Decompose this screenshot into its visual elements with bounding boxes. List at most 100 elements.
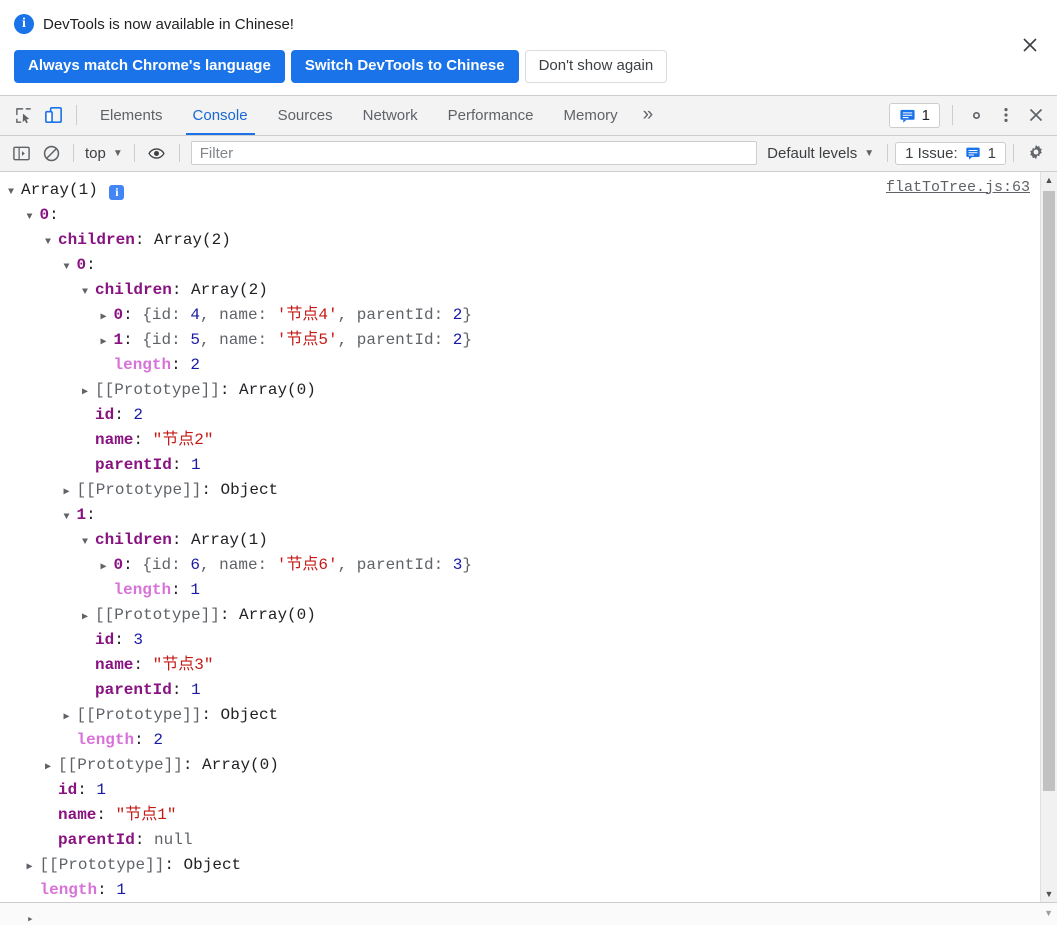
disclosure-triangle-collapsed-icon[interactable] xyxy=(82,380,95,405)
tree-token: parentId xyxy=(356,330,434,349)
disclosure-triangle-collapsed-icon[interactable] xyxy=(101,305,114,330)
disclosure-triangle-expanded-icon[interactable] xyxy=(45,230,58,255)
object-tree-row[interactable]: 1: xyxy=(0,503,1040,528)
tree-token: : xyxy=(171,455,192,474)
disclosure-triangle-expanded-icon[interactable] xyxy=(8,180,21,205)
tree-token: : xyxy=(171,555,191,574)
object-tree-row[interactable]: length: 1 xyxy=(0,578,1040,603)
disclosure-triangle-expanded-icon[interactable] xyxy=(64,505,77,530)
object-tree-row[interactable]: length: 2 xyxy=(0,728,1040,753)
object-tree-row[interactable]: [[Prototype]]: Array(0) xyxy=(0,378,1040,403)
console-sidebar-icon[interactable] xyxy=(6,138,36,168)
object-tree-row[interactable]: [[Prototype]]: Array(0) xyxy=(0,603,1040,628)
info-badge-icon[interactable]: i xyxy=(109,184,125,200)
issues-button[interactable]: 1 Issue: 1 xyxy=(895,141,1006,165)
console-output-area[interactable]: flatToTree.js:63 Array(1) i0:children: A… xyxy=(0,171,1057,903)
tree-token: 2 xyxy=(133,405,144,424)
disclosure-triangle-collapsed-icon[interactable] xyxy=(64,705,77,730)
always-match-language-button[interactable]: Always match Chrome's language xyxy=(14,50,285,83)
scrollbar-thumb[interactable] xyxy=(1043,190,1055,791)
object-tree-row[interactable]: [[Prototype]]: Object xyxy=(0,703,1040,728)
object-tree-row[interactable]: 0: xyxy=(0,253,1040,278)
object-tree-row[interactable]: 0: xyxy=(0,203,1040,228)
object-tree-row[interactable]: id: 2 xyxy=(0,403,1040,428)
object-tree-row[interactable]: [[Prototype]]: Array(0) xyxy=(0,753,1040,778)
chevron-double-right-icon[interactable]: » xyxy=(633,96,664,135)
tree-token: Array(1) xyxy=(191,530,268,549)
object-tree-row[interactable]: parentId: 1 xyxy=(0,453,1040,478)
close-icon[interactable] xyxy=(1019,34,1041,56)
tree-token: 2 xyxy=(153,730,163,749)
tree-token: : xyxy=(86,505,96,524)
tab-elements[interactable]: Elements xyxy=(85,96,178,135)
disclosure-triangle-collapsed-icon[interactable] xyxy=(82,605,95,630)
issues-label: 1 Issue: xyxy=(905,144,958,162)
scroll-up-arrow-icon[interactable]: ▲ xyxy=(1041,172,1057,189)
object-tree-row[interactable]: 1: {id: 5, name: '节点5', parentId: 2} xyxy=(0,328,1040,353)
gear-icon[interactable] xyxy=(961,100,991,130)
disclosure-triangle-collapsed-icon[interactable] xyxy=(101,555,114,580)
object-tree-row[interactable]: 0: {id: 4, name: '节点4', parentId: 2} xyxy=(0,303,1040,328)
tab-sources[interactable]: Sources xyxy=(263,96,348,135)
disclosure-triangle-collapsed-icon[interactable] xyxy=(64,480,77,505)
tab-performance[interactable]: Performance xyxy=(433,96,549,135)
kebab-menu-icon[interactable] xyxy=(991,100,1021,130)
object-tree-row[interactable]: children: Array(2) xyxy=(0,228,1040,253)
object-tree-row[interactable]: name: "节点3" xyxy=(0,653,1040,678)
execution-context-selector[interactable]: top ▼ xyxy=(81,145,127,162)
object-tree-row[interactable]: parentId: 1 xyxy=(0,678,1040,703)
toolbar-divider xyxy=(178,144,180,162)
dont-show-again-button[interactable]: Don't show again xyxy=(524,50,668,83)
disclosure-triangle-collapsed-icon[interactable] xyxy=(45,755,58,780)
object-tree-row[interactable]: 0: {id: 6, name: '节点6', parentId: 3} xyxy=(0,553,1040,578)
issues-counter-chip[interactable]: 1 xyxy=(888,102,940,128)
filter-input[interactable] xyxy=(190,141,758,165)
log-levels-selector[interactable]: Default levels ▼ xyxy=(761,145,880,162)
object-tree-row[interactable]: id: 3 xyxy=(0,628,1040,653)
tab-network[interactable]: Network xyxy=(348,96,433,135)
device-toolbar-icon[interactable] xyxy=(38,100,68,130)
language-notification-banner: i DevTools is now available in Chinese! … xyxy=(0,0,1057,95)
tree-token: id xyxy=(58,780,78,799)
object-tree-row[interactable]: children: Array(2) xyxy=(0,278,1040,303)
tree-token: [[Prototype]] xyxy=(95,380,220,399)
close-devtools-icon[interactable] xyxy=(1021,100,1051,130)
object-tree-row[interactable]: [[Prototype]]: Object xyxy=(0,853,1040,878)
source-file-link[interactable]: flatToTree.js:63 xyxy=(886,179,1030,196)
scroll-down-arrow-icon[interactable]: ▼ xyxy=(1041,885,1057,902)
disclosure-triangle-expanded-icon[interactable] xyxy=(82,530,95,555)
disclosure-triangle-expanded-icon[interactable] xyxy=(27,205,40,230)
object-tree-row[interactable]: children: Array(1) xyxy=(0,528,1040,553)
disclosure-triangle-collapsed-icon[interactable] xyxy=(27,855,40,880)
console-scrollbar[interactable]: ▲ ▼ xyxy=(1040,171,1057,902)
object-tree-row[interactable]: name: "节点2" xyxy=(0,428,1040,453)
object-tree-row[interactable]: length: 1 xyxy=(0,878,1040,903)
object-tree-row[interactable]: length: 2 xyxy=(0,353,1040,378)
object-tree-row[interactable]: parentId: null xyxy=(0,828,1040,853)
tree-token: : xyxy=(182,755,203,774)
switch-devtools-language-button[interactable]: Switch DevTools to Chinese xyxy=(290,50,519,83)
tree-token: 4 xyxy=(190,305,200,324)
tab-memory[interactable]: Memory xyxy=(549,96,633,135)
tree-token: 5 xyxy=(190,330,200,349)
disclosure-triangle-expanded-icon[interactable] xyxy=(82,280,95,305)
tab-console[interactable]: Console xyxy=(178,96,263,135)
clear-console-icon[interactable] xyxy=(36,138,66,168)
disclosure-triangle-expanded-icon[interactable] xyxy=(64,255,77,280)
object-tree-row[interactable]: name: "节点1" xyxy=(0,803,1040,828)
console-prompt[interactable]: ▸ ▼ xyxy=(0,903,1057,925)
console-settings-gear-icon[interactable] xyxy=(1021,138,1051,168)
tree-token: id xyxy=(95,405,115,424)
live-expressions-eye-icon[interactable] xyxy=(142,138,172,168)
object-tree-row[interactable]: id: 1 xyxy=(0,778,1040,803)
inspect-element-icon[interactable] xyxy=(8,100,38,130)
object-tree-row[interactable]: [[Prototype]]: Object xyxy=(0,478,1040,503)
object-tree-row[interactable]: Array(1) i xyxy=(0,178,1040,203)
disclosure-triangle-collapsed-icon[interactable] xyxy=(101,330,114,355)
tab-label: Memory xyxy=(563,106,618,124)
tree-token: : xyxy=(171,305,191,324)
tree-token: [[Prototype]] xyxy=(76,705,202,724)
